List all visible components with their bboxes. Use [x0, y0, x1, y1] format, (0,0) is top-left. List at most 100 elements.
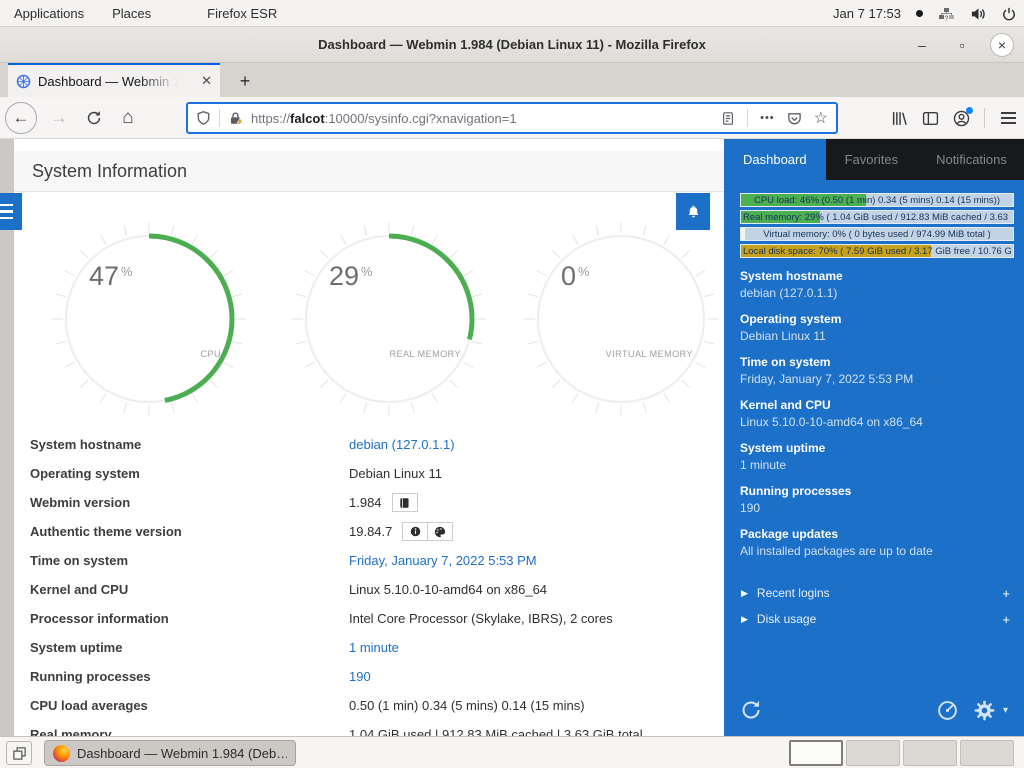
volume-icon[interactable] [970, 7, 987, 21]
refresh-icon[interactable] [740, 699, 762, 721]
tracking-protection-shield-icon[interactable] [196, 110, 211, 126]
firefox-icon [53, 745, 70, 762]
theme-palette-button[interactable] [427, 522, 453, 541]
collapsible-disk-usage[interactable]: ▶ Disk usage + [724, 606, 1024, 632]
sidebar-tab-notifications[interactable]: Notifications [917, 139, 1024, 180]
browser-tab[interactable]: Dashboard — Webmin 1 ✕ [8, 63, 220, 97]
row-value-cell: 1 minute [349, 640, 399, 655]
pocket-icon[interactable] [787, 111, 802, 126]
sidebar-info-list: System hostnamedebian (127.0.1.1)Operati… [740, 269, 1014, 570]
collapsible-label: Recent logins [757, 586, 830, 600]
sidebar-toggle-icon[interactable] [922, 110, 939, 127]
svg-text:?: ? [945, 15, 949, 21]
row-value: Intel Core Processor (Skylake, IBRS), 2 … [349, 611, 613, 626]
table-row: System uptime1 minute [14, 633, 724, 662]
insecure-lock-icon[interactable]: ! [228, 111, 243, 126]
table-row: Running processes190 [14, 662, 724, 691]
expand-arrow-icon: ▶ [741, 614, 748, 625]
row-value-cell: debian (127.0.1.1) [349, 437, 455, 452]
info-value: Friday, January 7, 2022 5:53 PM [740, 372, 1014, 386]
power-icon[interactable] [1002, 7, 1016, 21]
back-button[interactable]: ← [5, 102, 37, 134]
taskbar-window-button[interactable]: Dashboard — Webmin 1.984 (Deb… [44, 740, 296, 766]
url-input[interactable]: ! https://falcot:10000/sysinfo.cgi?xnavi… [186, 102, 838, 134]
row-value-link[interactable]: debian (127.0.1.1) [349, 437, 455, 452]
svg-text:!: ! [239, 118, 240, 123]
workspace-2[interactable] [846, 740, 900, 766]
applications-menu[interactable]: Applications [0, 0, 98, 27]
gauge-cpu: 47%CPU [49, 219, 249, 419]
places-menu[interactable]: Places [98, 0, 165, 27]
collapsible-label: Disk usage [757, 612, 816, 626]
info-value: All installed packages are up to date [740, 544, 1014, 558]
row-label: Processor information [14, 611, 349, 626]
sidebar-tab-dashboard[interactable]: Dashboard [724, 139, 826, 180]
gauge-ring-icon [49, 219, 249, 419]
plus-icon[interactable]: + [1002, 612, 1010, 627]
row-value-link[interactable]: 190 [349, 669, 371, 684]
row-buttons [392, 493, 418, 512]
menu-icon[interactable] [999, 108, 1018, 128]
network-icon[interactable]: ? [938, 7, 955, 21]
row-value-cell: 19.84.7 [349, 522, 453, 541]
browser-toolbar: ← → ⌂ ! https://falcot:10000/sysinfo.cgi… [0, 97, 1024, 139]
gauge-real-memory: 29%REAL MEMORY [289, 219, 489, 419]
bookmark-star-icon[interactable]: ☆ [814, 108, 828, 128]
desktop: Applications Places Firefox ESR Jan 7 17… [0, 0, 1024, 768]
collapsible-recent-logins[interactable]: ▶ Recent logins + [724, 580, 1024, 606]
gauge-ring-icon [521, 219, 721, 419]
status-dot-icon [916, 10, 923, 17]
row-value-cell: 190 [349, 669, 371, 684]
row-label: CPU load averages [14, 698, 349, 713]
bottom-taskbar: Dashboard — Webmin 1.984 (Deb… [0, 736, 1024, 768]
page-actions-icon[interactable]: ••• [760, 112, 775, 124]
tab-title: Dashboard — Webmin 1 [38, 74, 178, 89]
table-row: Kernel and CPULinux 5.10.0-10-amd64 on x… [14, 575, 724, 604]
expand-arrow-icon: ▶ [741, 588, 748, 599]
maximize-button[interactable]: ▫ [950, 33, 974, 57]
close-button[interactable]: × [990, 33, 1014, 57]
row-value: 0.50 (1 min) 0.34 (5 mins) 0.14 (15 mins… [349, 698, 585, 713]
row-label: Authentic theme version [14, 524, 349, 539]
forward-button[interactable]: → [43, 102, 75, 134]
gauge-virtual-memory: 0%VIRTUAL MEMORY [521, 219, 721, 419]
workspace-1[interactable] [789, 740, 843, 766]
workspace-3[interactable] [903, 740, 957, 766]
workspace-4[interactable] [960, 740, 1014, 766]
home-button[interactable]: ⌂ [112, 102, 144, 134]
info-value: 190 [740, 501, 1014, 515]
dashboard-gauge-icon[interactable] [937, 700, 958, 721]
new-tab-button[interactable]: + [232, 68, 258, 94]
page-header: System Information [14, 151, 724, 192]
plus-icon[interactable]: + [1002, 586, 1010, 601]
changelog-book-icon-button[interactable] [392, 493, 418, 512]
info-label: Running processes [740, 484, 1014, 498]
row-buttons [402, 522, 453, 541]
gauge-value: 29% [329, 261, 373, 292]
account-icon[interactable] [953, 110, 970, 127]
sidebar-meter: Local disk space: 70% ( 7.59 GiB used / … [740, 244, 1014, 258]
clock[interactable]: Jan 7 17:53 [833, 6, 901, 21]
gnome-top-bar: Applications Places Firefox ESR Jan 7 17… [0, 0, 1024, 27]
sidebar-info-item: Package updatesAll installed packages ar… [740, 527, 1014, 558]
theme-info-button[interactable] [402, 522, 428, 541]
sidebar-menu-toggle-button[interactable] [0, 193, 22, 230]
reader-mode-icon[interactable] [721, 111, 735, 126]
show-desktop-button[interactable] [6, 741, 32, 765]
minimize-button[interactable]: – [910, 33, 934, 57]
row-label: Operating system [14, 466, 349, 481]
row-value-link[interactable]: 1 minute [349, 640, 399, 655]
info-label: System uptime [740, 441, 1014, 455]
gear-caret-icon[interactable]: ▾ [1003, 705, 1008, 716]
row-label: Real memory [14, 727, 349, 736]
row-value-link[interactable]: Friday, January 7, 2022 5:53 PM [349, 553, 537, 568]
reload-button[interactable] [78, 102, 110, 134]
info-value: Debian Linux 11 [740, 329, 1014, 343]
tab-close-icon[interactable]: ✕ [201, 73, 212, 89]
library-icon[interactable] [891, 110, 908, 127]
row-label: Time on system [14, 553, 349, 568]
sidebar-tab-favorites[interactable]: Favorites [826, 139, 917, 180]
settings-gear-icon[interactable] [974, 700, 995, 721]
active-app-menu[interactable]: Firefox ESR [193, 0, 291, 27]
window-title-bar[interactable]: Dashboard — Webmin 1.984 (Debian Linux 1… [0, 27, 1024, 63]
